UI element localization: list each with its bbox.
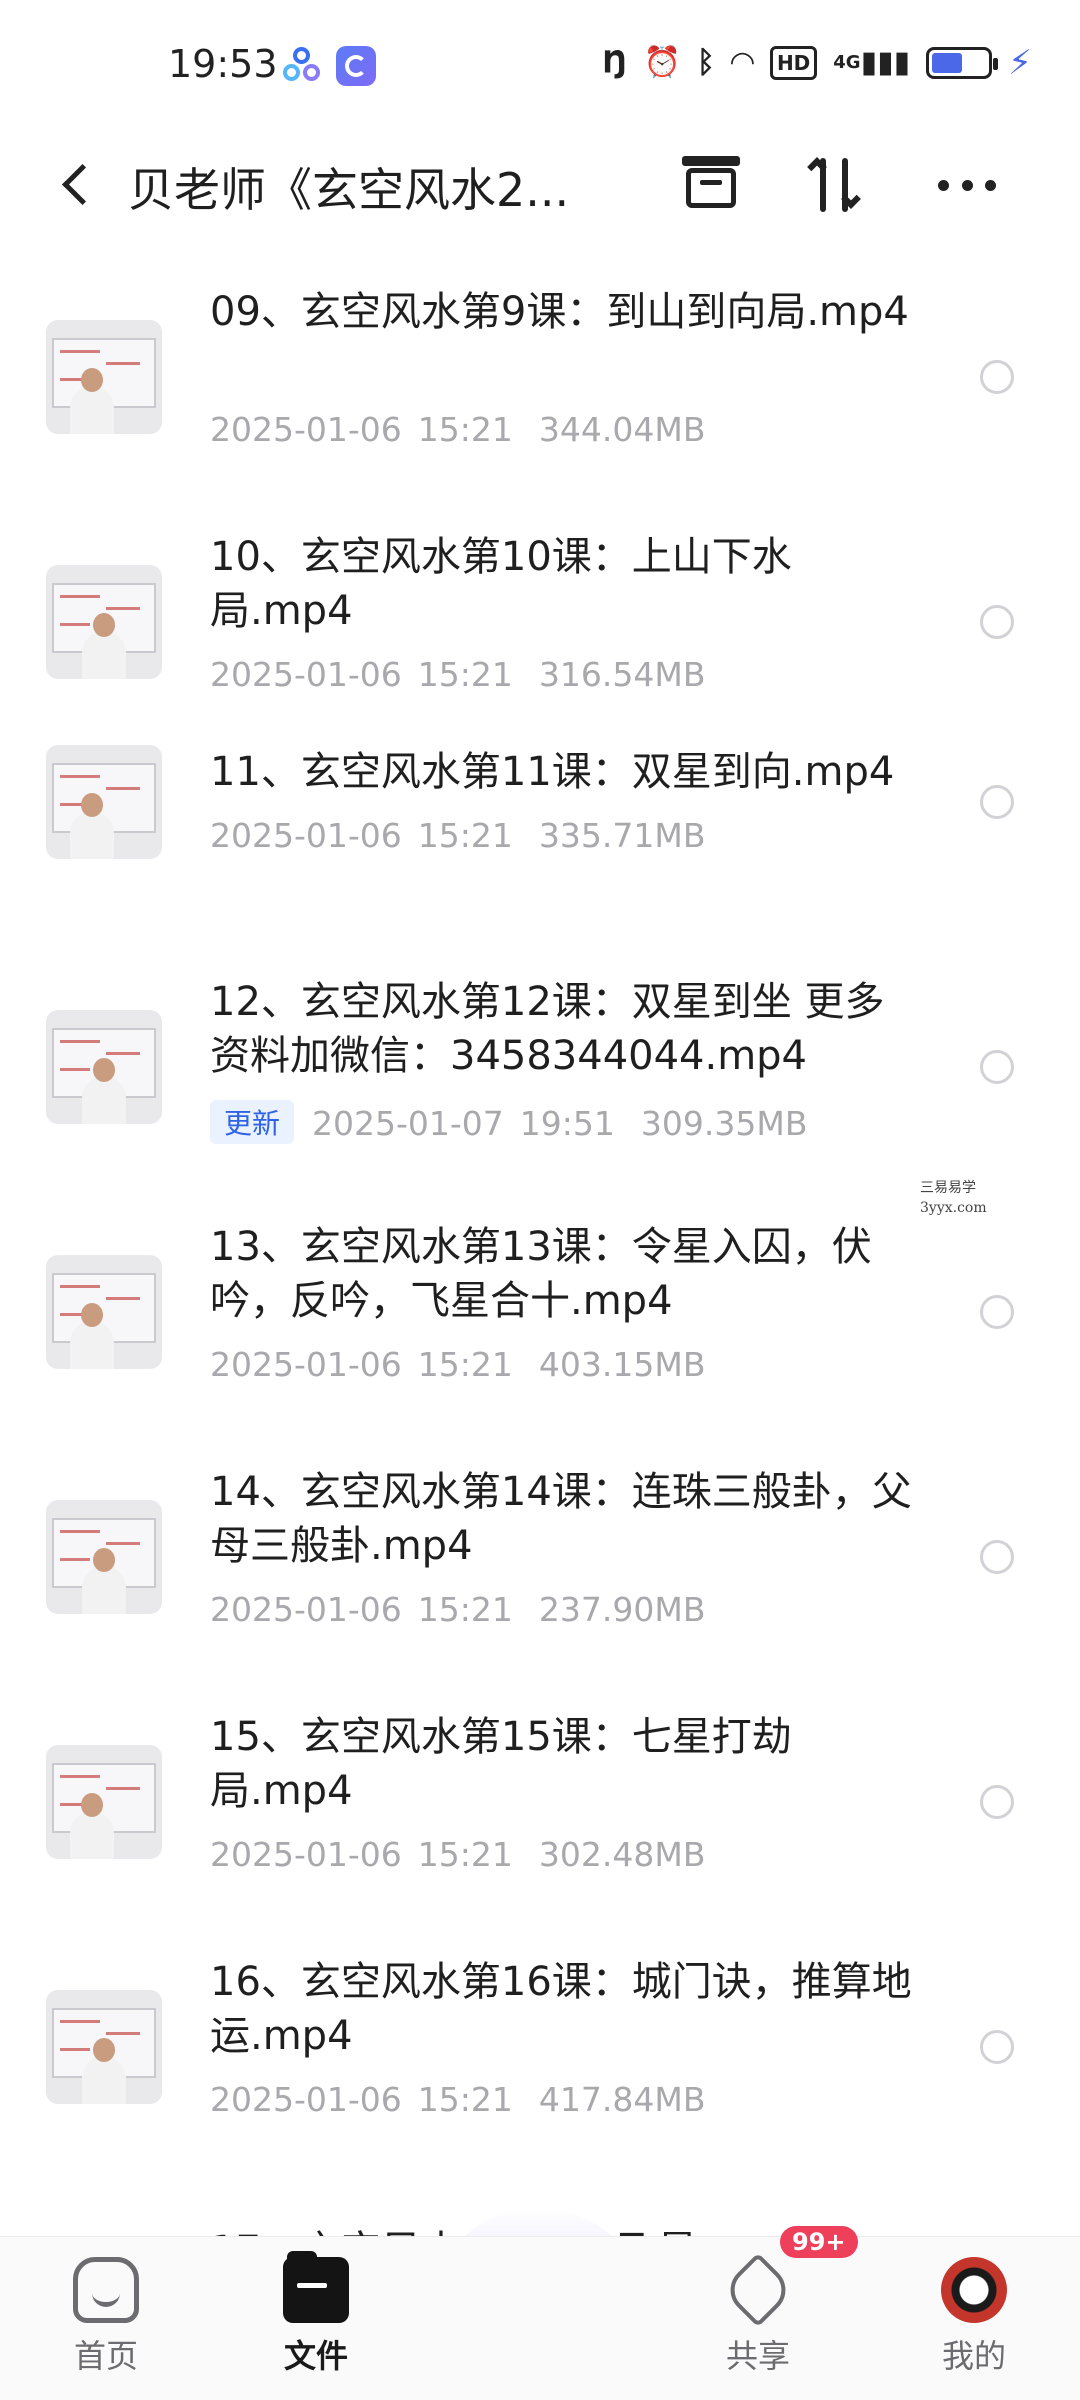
select-radio[interactable] [980,1050,1014,1084]
file-meta: 2025-01-06 15:21 417.84MB [210,2080,705,2119]
file-size: 316.54MB [538,655,706,694]
file-name: 14、玄空风水第14课：连珠三般卦，父母三般卦.mp4 [210,1469,912,1569]
video-thumbnail [46,565,162,679]
share-icon [720,2252,796,2328]
file-size: 344.04MB [538,410,706,449]
file-meta: 2025-01-06 15:21 302.48MB [210,1835,705,1874]
clover-app-icon [282,46,322,86]
page-title: 贝老师《玄空风水2... [128,163,570,217]
file-meta: 2025-01-06 15:21 316.54MB [210,655,705,694]
back-button[interactable] [50,154,110,214]
video-thumbnail [46,1255,162,1369]
file-date: 2025-01-06 [210,410,402,449]
file-meta: 2025-01-06 15:21 344.04MB [210,410,705,449]
signal-4g-icon: 4G▮▮▮ [833,45,911,80]
charging-icon: ⚡ [1008,43,1032,83]
file-date: 2025-01-06 [210,655,402,694]
select-radio[interactable] [980,2030,1014,2064]
file-meta: 2025-01-06 15:21 237.90MB [210,1590,705,1629]
video-thumbnail [46,1745,162,1859]
nav-header: 贝老师《玄空风水2... [0,130,1080,240]
wifi-icon: ◠ [730,45,754,80]
avatar-icon [941,2257,1007,2323]
folder-icon [283,2251,349,2323]
select-radio[interactable] [980,1540,1014,1574]
file-size: 302.48MB [538,1835,706,1874]
status-bar: 19:53 Ŋ ⏰ ᛒ ◠ HD 4G▮▮▮ ⚡ [0,0,1080,130]
file-name: 12、玄空风水第12课：双星到坐 更多资料加微信：3458344044.mp4 [210,979,885,1079]
battery-icon [926,47,999,79]
file-time: 15:21 [417,1835,513,1874]
status-app-icons [282,46,376,86]
file-date: 2025-01-06 [210,1835,402,1874]
file-name: 09、玄空风水第9课：到山到向局.mp4 [210,289,909,335]
video-thumbnail [46,320,162,434]
file-meta: 更新 2025-01-07 19:51 309.35MB [210,1100,808,1144]
file-name: 11、玄空风水第11课：双星到向.mp4 [210,749,895,795]
sort-icon[interactable] [800,150,870,220]
tab-share[interactable]: 共享 [688,2252,828,2377]
file-size: 237.90MB [538,1590,706,1629]
file-date: 2025-01-06 [210,2080,402,2119]
select-radio[interactable] [980,360,1014,394]
file-time: 15:21 [417,655,513,694]
file-name: 15、玄空风水第15课：七星打劫局.mp4 [210,1714,792,1814]
file-size: 417.84MB [538,2080,706,2119]
status-right-icons: Ŋ ⏰ ᛒ ◠ HD 4G▮▮▮ ⚡ [602,44,1032,82]
file-time: 15:21 [417,1345,513,1384]
select-radio[interactable] [980,785,1014,819]
tab-files[interactable]: 文件 [246,2251,386,2377]
update-badge: 更新 [210,1100,295,1144]
file-date: 2025-01-06 [210,1590,402,1629]
file-date: 2025-01-06 [210,816,402,855]
file-meta: 2025-01-06 15:21 403.15MB [210,1345,705,1384]
file-size: 403.15MB [538,1345,706,1384]
status-time: 19:53 [168,42,278,86]
file-time: 19:51 [519,1104,615,1143]
alarm-icon: ⏰ [643,45,681,80]
select-radio[interactable] [980,1295,1014,1329]
file-size: 309.35MB [640,1104,808,1143]
nfc-icon: Ŋ [602,45,628,80]
file-meta: 2025-01-06 15:21 335.71MB [210,816,705,855]
hd-icon: HD [769,46,818,80]
video-thumbnail [46,745,162,859]
share-notification-badge: 99+ [780,2226,858,2258]
battery-level [932,53,962,73]
tab-home[interactable]: 首页 [36,2257,176,2377]
file-size: 335.71MB [538,816,706,855]
file-date: 2025-01-07 [312,1104,504,1143]
file-time: 15:21 [417,1590,513,1629]
file-name: 13、玄空风水第13课：令星入囚，伏吟，反吟，飞星合十.mp4 [210,1224,872,1324]
select-radio[interactable] [980,1785,1014,1819]
select-radio[interactable] [980,605,1014,639]
file-time: 15:21 [417,2080,513,2119]
archive-icon[interactable] [676,150,746,220]
file-name: 16、玄空风水第16课：城门诀，推算地运.mp4 [210,1959,912,2059]
bluetooth-icon: ᛒ [696,45,715,80]
video-thumbnail [46,1990,162,2104]
bottom-tab-bar: 首页 文件 共享 我的 [0,2236,1080,2400]
home-icon [73,2257,139,2323]
file-date: 2025-01-06 [210,1345,402,1384]
file-time: 15:21 [417,410,513,449]
more-icon[interactable] [932,150,1002,220]
watermark: 三易易学 3yyx.com [920,1180,987,1216]
video-thumbnail [46,1010,162,1124]
file-time: 15:21 [417,816,513,855]
file-name: 10、玄空风水第10课：上山下水局.mp4 [210,534,792,634]
video-thumbnail [46,1500,162,1614]
tab-mine[interactable]: 我的 [904,2257,1044,2377]
ring-app-icon [336,46,376,86]
